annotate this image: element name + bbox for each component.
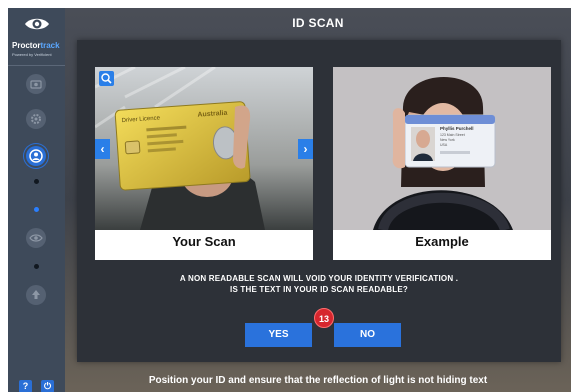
id-badge-icon[interactable] xyxy=(26,146,46,166)
brand-tagline: Powered by Verificient xyxy=(12,52,52,57)
step-dot xyxy=(34,264,39,269)
brand: Proctortrack Powered by Verificient xyxy=(8,8,65,66)
yes-button[interactable]: YES xyxy=(245,323,312,347)
example-card: Phyllis Purchell 123 Main Street New Yor… xyxy=(333,67,551,260)
readability-question: A NON READABLE SCAN WILL VOID YOUR IDENT… xyxy=(137,273,501,295)
brand-name: Proctortrack xyxy=(12,41,60,50)
scan-photo: Driver Licence Australia ‹ › xyxy=(95,67,313,230)
your-scan-caption: Your Scan xyxy=(172,234,236,249)
sidebar: Proctortrack Powered by Verificient ? ⏻ xyxy=(8,8,65,392)
question-prompt: IS THE TEXT IN YOUR ID SCAN READABLE? xyxy=(230,285,408,294)
prev-image-button[interactable]: ‹ xyxy=(95,139,110,159)
eye-icon[interactable] xyxy=(26,228,46,248)
next-image-button[interactable]: › xyxy=(298,139,313,159)
power-button[interactable]: ⏻ xyxy=(41,380,54,392)
gear-icon[interactable] xyxy=(26,109,46,129)
step-dot-current xyxy=(34,207,39,212)
upload-icon[interactable] xyxy=(26,285,46,305)
example-line3: New York xyxy=(440,138,455,142)
main-area: ID SCAN Driver Licence Australia ‹ › You… xyxy=(65,8,571,392)
instruction-text: Position your ID and ensure that the ref… xyxy=(148,375,488,386)
example-line2: 123 Main Street xyxy=(440,133,465,137)
example-line4: USA xyxy=(440,143,448,147)
proctortrack-logo xyxy=(25,18,49,30)
zoom-button[interactable] xyxy=(99,71,114,86)
no-button[interactable]: NO xyxy=(334,323,401,347)
example-caption: Example xyxy=(415,234,469,249)
example-name: Phyllis Purchell xyxy=(440,126,474,131)
camera-icon[interactable] xyxy=(26,74,46,94)
id-scan-panel: Driver Licence Australia ‹ › Your Scan P… xyxy=(77,40,561,362)
question-warning: A NON READABLE SCAN WILL VOID YOUR IDENT… xyxy=(179,274,459,283)
step-dot xyxy=(34,179,39,184)
example-photo: Phyllis Purchell 123 Main Street New Yor… xyxy=(333,67,551,230)
help-button[interactable]: ? xyxy=(19,380,32,392)
page-title: ID SCAN xyxy=(292,16,344,30)
your-scan-card: Driver Licence Australia ‹ › Your Scan xyxy=(95,67,313,260)
step-badge: 13 xyxy=(314,308,334,328)
